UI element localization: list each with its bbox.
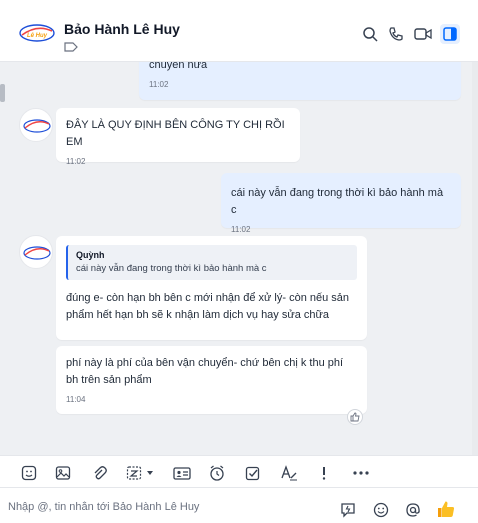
quoted-message[interactable]: Quỳnh cái này vẫn đang trong thời kì bảo…	[66, 245, 357, 280]
chat-header: Lê Huy Bảo Hành Lê Huy	[0, 0, 478, 62]
quote-text: cái này vẫn đang trong thời kì bảo hành …	[76, 263, 267, 274]
message-time: 11:04	[66, 395, 86, 404]
message-incoming[interactable]: phí này là phí của bên vận chuyển- chứ b…	[56, 346, 367, 414]
thumbs-up-icon[interactable]	[436, 499, 456, 519]
video-icon[interactable]	[413, 24, 433, 44]
contact-card-icon[interactable]	[173, 464, 191, 482]
message-text: ĐÂY LÀ QUY ĐỊNH BÊN CÔNG TY CHỊ RỒI EM	[66, 119, 285, 148]
sidebar-toggle-icon[interactable]	[440, 24, 460, 44]
emoji-icon[interactable]	[372, 501, 390, 519]
image-icon[interactable]	[54, 464, 72, 482]
message-incoming[interactable]: Quỳnh cái này vẫn đang trong thời kì bảo…	[56, 236, 367, 340]
tag-icon[interactable]	[64, 41, 78, 52]
contact-name[interactable]: Bảo Hành Lê Huy	[64, 21, 180, 37]
message-time: 11:02	[231, 225, 251, 234]
composer-toolbar	[0, 455, 478, 488]
text-format-icon[interactable]	[280, 464, 298, 482]
urgent-icon[interactable]	[315, 464, 333, 482]
message-text: phí này là phí của bên vận chuyển- chứ b…	[66, 357, 344, 386]
contact-avatar[interactable]	[19, 235, 53, 269]
message-incoming[interactable]: ĐÂY LÀ QUY ĐỊNH BÊN CÔNG TY CHỊ RỒI EM 1…	[56, 108, 300, 166]
quote-author: Quỳnh	[76, 250, 105, 260]
mention-icon[interactable]	[404, 501, 422, 519]
more-icon[interactable]	[351, 464, 371, 482]
message-text: chuyển nữa	[149, 62, 208, 71]
like-icon[interactable]	[347, 409, 363, 425]
message-time: 11:02	[66, 157, 86, 166]
sticker-icon[interactable]	[20, 464, 38, 482]
quick-message-icon[interactable]	[339, 501, 357, 519]
phone-icon[interactable]	[386, 24, 406, 44]
message-list[interactable]: chuyển nữa 11:02 ĐÂY LÀ QUY ĐỊNH BÊN CÔN…	[0, 62, 472, 455]
reminder-icon[interactable]	[208, 464, 226, 482]
message-text: cái này vẫn đang trong thời kì bảo hành …	[231, 187, 444, 216]
contact-avatar[interactable]	[19, 108, 53, 142]
message-input[interactable]	[8, 496, 328, 518]
screenshot-icon[interactable]	[125, 464, 157, 482]
message-time: 11:02	[149, 80, 169, 89]
scrollbar-track[interactable]	[472, 62, 478, 455]
task-icon[interactable]	[244, 464, 262, 482]
logo-text: Lê Huy	[27, 33, 48, 39]
message-outgoing[interactable]: chuyển nữa 11:02	[139, 62, 461, 100]
message-text: đúng e- còn hạn bh bên c mới nhận để xử …	[66, 292, 350, 321]
search-icon[interactable]	[360, 24, 380, 44]
composer	[0, 488, 478, 523]
left-panel-scrollbar[interactable]	[0, 84, 5, 102]
contact-avatar-logo[interactable]: Lê Huy	[18, 20, 56, 46]
message-outgoing[interactable]: cái này vẫn đang trong thời kì bảo hành …	[221, 173, 461, 234]
attachment-icon[interactable]	[90, 464, 108, 482]
